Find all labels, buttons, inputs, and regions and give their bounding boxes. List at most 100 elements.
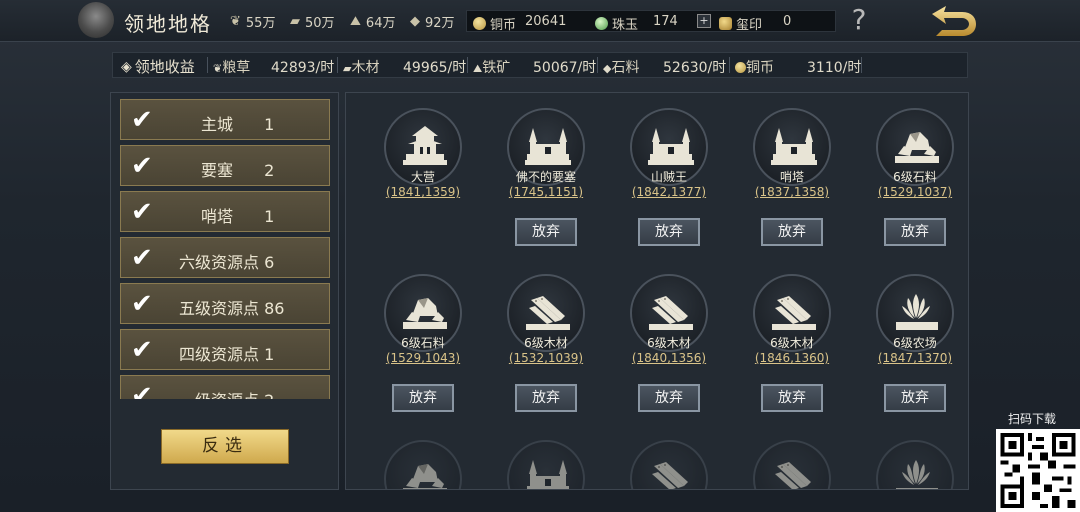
copper-coin-icon (473, 17, 486, 30)
tile-coordinate-link[interactable]: (1842,1377) (614, 185, 724, 199)
filter-watchtower-count: 1 (264, 207, 275, 226)
checkmark-icon[interactable]: ✔ (131, 106, 159, 134)
currency-bar: 铜币 20641 珠玉 174 + 玺印 0 (466, 10, 836, 33)
abandon-button[interactable]: 放弃 (392, 384, 454, 412)
diamond-icon: ◈ (121, 58, 132, 75)
grain-icon: ❦ (213, 62, 223, 75)
filter-label: 主城 1 (201, 111, 274, 135)
filter-level1-label: 一级资源点 2 (179, 387, 274, 399)
tile-name: 6级木材 (647, 336, 691, 350)
iron-amount: 64万 (365, 16, 396, 31)
copper-value: 20641 (525, 14, 567, 29)
add-jade-button[interactable]: + (697, 14, 711, 28)
invert-selection-button[interactable]: 反选 (161, 429, 289, 464)
filter-label: 哨塔 1 (201, 203, 274, 227)
checkmark-icon[interactable]: ✔ (131, 382, 159, 399)
income-copper-value: 3110/时 (807, 60, 862, 76)
income-stone-value: 52630/时 (663, 60, 727, 76)
filter-panel: ✔ 主城 1 ✔ 要塞 2 ✔ 哨塔 1 ✔ 六级资源点 6 ✔ 五级资源点 8… (110, 92, 339, 490)
qr-code[interactable] (996, 429, 1080, 512)
divider (207, 57, 208, 73)
income-title: ◈ 领地收益 (121, 56, 195, 77)
filter-list[interactable]: ✔ 主城 1 ✔ 要塞 2 ✔ 哨塔 1 ✔ 六级资源点 6 ✔ 五级资源点 8… (120, 99, 330, 399)
qr-code-icon (996, 429, 1080, 512)
filter-level5-label: 五级资源点 86 (179, 299, 285, 318)
grain-icon: ❦ (230, 14, 241, 29)
stone-resource: ◆ 92万 (410, 12, 455, 31)
checkmark-icon[interactable]: ✔ (131, 198, 159, 226)
tile-coordinate-link[interactable]: (1529,1037) (860, 185, 968, 199)
iron-icon: ⛰ (350, 14, 361, 29)
income-grain: ❦粮草 (213, 57, 250, 77)
income-wood-value: 49965/时 (403, 60, 467, 76)
tile-coordinate-link[interactable]: (1846,1360) (737, 351, 847, 365)
tile-coordinate-link[interactable]: (1532,1039) (491, 351, 601, 365)
abandon-button[interactable]: 放弃 (884, 384, 946, 412)
jade-icon (595, 17, 608, 30)
income-bar: ◈ 领地收益 ❦粮草 42893/时 ▰木材 49965/时 ⛰铁矿 50067… (112, 52, 968, 78)
tile-coordinate-link[interactable]: (1837,1358) (737, 185, 847, 199)
checkmark-icon[interactable]: ✔ (131, 336, 159, 364)
checkmark-icon[interactable]: ✔ (131, 152, 159, 180)
checkmark-icon[interactable]: ✔ (131, 244, 159, 272)
checkmark-icon[interactable]: ✔ (131, 290, 159, 318)
income-grain-value: 42893/时 (271, 60, 335, 76)
stone-icon[interactable] (384, 440, 462, 489)
filter-level4-resources[interactable]: ✔ 四级资源点 1 (120, 329, 330, 370)
filter-level5-resources[interactable]: ✔ 五级资源点 86 (120, 283, 330, 324)
income-title-label: 领地收益 (134, 58, 195, 76)
back-button[interactable] (928, 2, 980, 40)
divider (861, 57, 862, 73)
abandon-button[interactable]: 放弃 (884, 218, 946, 246)
qr-label: 扫码下载 (1008, 412, 1057, 426)
divider (597, 57, 598, 73)
stone-amount: 92万 (425, 16, 455, 31)
tile-coordinate-link[interactable]: (1529,1043) (368, 351, 478, 365)
tile-coordinate-link[interactable]: (1745,1151) (491, 185, 601, 199)
farm-icon[interactable] (876, 440, 954, 489)
abandon-button[interactable]: 放弃 (761, 384, 823, 412)
copper-currency: 铜币 (473, 14, 516, 33)
abandon-button[interactable]: 放弃 (638, 218, 700, 246)
filter-level4-label: 四级资源点 1 (179, 345, 275, 364)
income-copper: 铜币 (735, 57, 774, 77)
jade-currency: 珠玉 (595, 14, 638, 33)
income-iron-label: 铁矿 (482, 60, 511, 76)
iron-icon: ⛰ (473, 62, 483, 75)
wood-icon[interactable] (753, 440, 831, 489)
income-iron: ⛰铁矿 (473, 57, 510, 77)
abandon-button[interactable]: 放弃 (761, 218, 823, 246)
tile-coordinate-link[interactable]: (1847,1370) (860, 351, 968, 365)
divider (729, 57, 730, 73)
filter-main-city-label: 主城 (201, 115, 234, 134)
wood-icon[interactable] (630, 440, 708, 489)
abandon-button[interactable]: 放弃 (515, 218, 577, 246)
filter-fortress-label: 要塞 (201, 161, 234, 180)
income-stone: ◆石料 (603, 57, 639, 77)
abandon-button[interactable]: 放弃 (515, 384, 577, 412)
back-arrow-icon (932, 6, 976, 36)
copper-coin-icon (735, 62, 746, 73)
filter-main-city-count: 1 (264, 115, 275, 134)
tile-name: 6级木材 (770, 336, 814, 350)
page-title: 领地地格 (124, 12, 212, 36)
filter-fortress[interactable]: ✔ 要塞 2 (120, 145, 330, 186)
filter-level1-resources[interactable]: ✔ 一级资源点 2 (120, 375, 330, 399)
tile-coordinate-link[interactable]: (1840,1356) (614, 351, 724, 365)
filter-label: 要塞 2 (201, 157, 274, 181)
abandon-button[interactable]: 放弃 (638, 384, 700, 412)
fortress-icon[interactable] (507, 440, 585, 489)
filter-main-city[interactable]: ✔ 主城 1 (120, 99, 330, 140)
filter-watchtower[interactable]: ✔ 哨塔 1 (120, 191, 330, 232)
wood-resource: ▰ 50万 (290, 12, 335, 31)
tile-name: 大营 (410, 170, 435, 184)
income-stone-label: 石料 (611, 60, 640, 76)
grain-resource: ❦ 55万 (230, 12, 275, 31)
income-copper-label: 铜币 (746, 60, 774, 76)
income-wood: ▰木材 (343, 57, 379, 77)
tile-name: 6级木材 (524, 336, 568, 350)
help-button[interactable]: ? (848, 4, 870, 36)
filter-level6-resources[interactable]: ✔ 六级资源点 6 (120, 237, 330, 278)
seal-icon (719, 17, 732, 30)
tile-coordinate-link[interactable]: (1841,1359) (368, 185, 478, 199)
